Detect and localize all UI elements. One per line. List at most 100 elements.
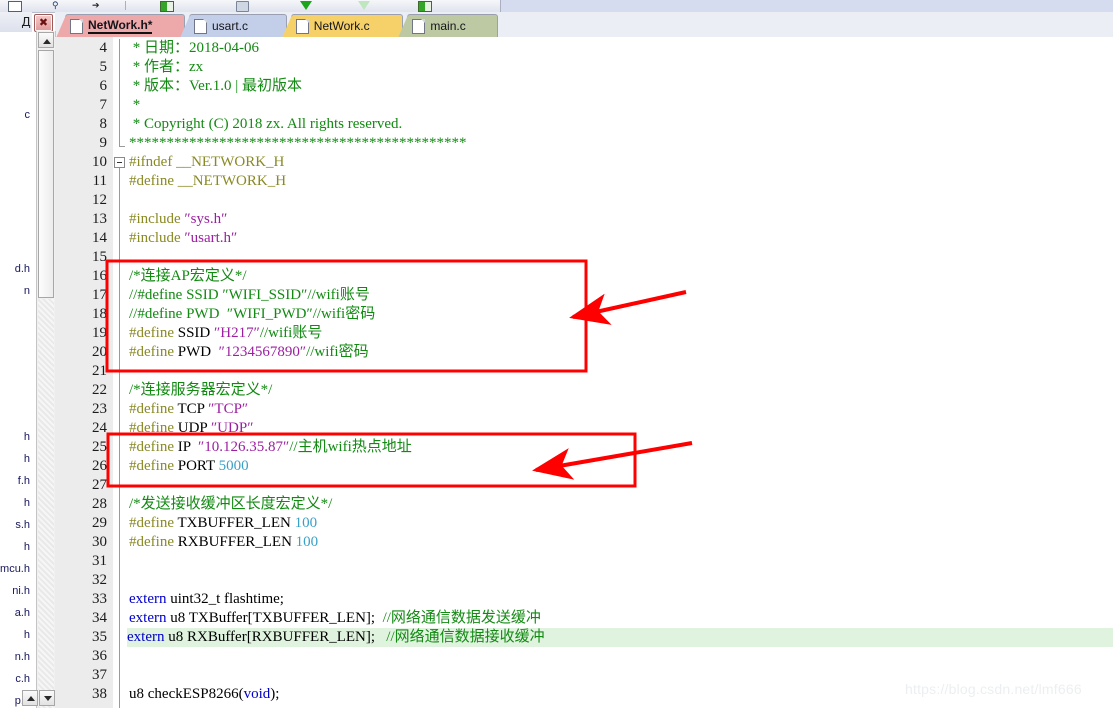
fold-bracket-end [119,146,125,147]
close-icon: ✖ [38,16,49,29]
code-line[interactable]: #define UDP ″UDP″ [129,419,253,438]
project-sidebar[interactable]: cd.hnhhf.hhs.hhmcu.hni.ha.hhn.hc.hp.h [0,12,32,708]
code-line[interactable]: extern uint32_t flashtime; [129,590,284,609]
close-panel-button[interactable]: ✖ [34,14,53,32]
editor-vertical-scrollbar[interactable] [36,31,56,708]
project-tree-item[interactable]: f.h [0,474,30,489]
code-editor[interactable]: 4 5 6 7 8 9 10 11 12 13 14 15 16 17 18 19 20 21 22 23 24 25 26… [55,37,1113,708]
pin-icon[interactable]: Д [20,15,32,30]
project-tree-item[interactable]: d.h [0,262,30,277]
tab-left-slant [56,15,66,38]
project-tree-item[interactable]: c [0,108,31,123]
code-token: 100 [294,515,318,531]
code-token: u8 RXBuffer[RXBUFFER_LEN]; [164,629,387,645]
line-number: 38 [92,686,107,702]
project-tree-item[interactable]: ni.h [0,584,30,599]
fold-bracket-line [119,168,120,708]
pointer-icon[interactable]: ➔ [92,1,105,10]
scroll-left-arrow-icon[interactable] [22,690,38,706]
project-tree-item[interactable]: h [0,452,30,467]
code-line[interactable]: * 版本：Ver.1.0 | 最初版本 [129,77,302,96]
fold-bracket-line [119,39,120,146]
tab-main-c[interactable]: main.c [398,14,498,38]
watermark: https://blog.csdn.net/lmf666 [905,681,1082,697]
file-page-icon [70,18,83,34]
code-line[interactable]: #define RXBUFFER_LEN 100 [129,533,318,552]
bookmark-icon[interactable] [160,1,174,12]
code-token: //#define PWD ″WIFI_PWD″//wifi密码 [129,306,376,322]
project-tree-item[interactable]: s.h [0,518,30,533]
tab-network-c[interactable]: NetWork.c [281,14,404,38]
project-tree-item[interactable]: c.h [0,672,30,687]
code-token: u8 checkESP8266 [129,686,239,702]
code-line[interactable]: #define TXBUFFER_LEN 100 [129,514,317,533]
project-tree-item[interactable]: n [0,284,30,299]
code-line[interactable]: * Copyright (C) 2018 zx. All rights rese… [129,115,403,134]
line-number: 13 [92,211,107,227]
search-icon[interactable]: ⚲ [52,1,65,10]
code-line[interactable]: ****************************************… [129,134,467,153]
chevron-down-green-icon[interactable] [300,1,312,10]
project-tree-item[interactable]: n.h [0,650,30,665]
horizontal-scroll-buttons[interactable] [22,690,56,706]
code-line[interactable]: #define __NETWORK_H [129,172,286,191]
project-tree-item[interactable]: h [0,430,30,445]
code-line[interactable]: #include ″usart.h″ [129,229,237,248]
fold-collapse-box[interactable] [114,157,125,168]
code-line[interactable]: /*连接AP宏定义*/ [129,267,247,286]
code-line[interactable]: * [129,96,141,115]
code-line[interactable]: * 日期：2018-04-06 [129,39,259,58]
code-line[interactable]: /*发送接收缓冲区长度宏定义*/ [129,495,332,514]
scrollbar-track[interactable] [38,299,54,708]
code-line[interactable]: * 作者：zx [129,58,203,77]
tab-label: NetWork.h* [88,18,153,34]
line-number: 34 [92,610,107,626]
code-line[interactable]: #include ″sys.h″ [129,210,227,229]
code-line[interactable]: #define PORT 5000 [129,457,249,476]
project-tree[interactable]: cd.hnhhf.hhs.hhmcu.hni.ha.hhn.hc.hp.h [0,32,32,708]
code-line[interactable]: #define SSID ″H217″//wifi账号 [129,324,322,343]
code-line[interactable]: //#define SSID ″WIFI_SSID″//wifi账号 [129,286,370,305]
code-line[interactable]: extern u8 TXBuffer[TXBUFFER_LEN]; //网络通信… [129,609,541,628]
line-number: 35 [92,629,107,645]
code-token: #define [129,534,178,550]
line-number: 23 [92,401,107,417]
bin-icon[interactable] [236,1,249,12]
line-number: 22 [92,382,107,398]
code-line[interactable]: /*连接服务器宏定义*/ [129,381,272,400]
code-token: extern [129,591,167,607]
code-token: #define [129,420,178,436]
code-token: SSID [177,325,214,341]
code-fold-column[interactable] [113,37,127,708]
checkmark-green-icon[interactable] [418,1,432,12]
line-number: 25 [92,439,107,455]
line-number: 4 [99,40,108,56]
code-line[interactable]: #ifndef __NETWORK_H [129,153,284,172]
code-line[interactable]: #define TCP ″TCP″ [129,400,248,419]
project-tree-item[interactable]: a.h [0,606,30,621]
code-line[interactable]: u8 checkESP8266(void); [129,685,279,704]
line-number: 29 [92,515,107,531]
scroll-right-arrow-icon[interactable] [39,690,55,706]
code-line[interactable]: //#define PWD ″WIFI_PWD″//wifi密码 [129,305,375,324]
code-token: //wifi密码 [306,344,369,360]
scroll-up-arrow-icon[interactable] [38,32,54,48]
chevron-down-pale-icon[interactable] [358,1,370,10]
project-tree-item[interactable]: h [0,496,30,511]
project-tree-item[interactable]: h [0,540,30,555]
tab-network-h-[interactable]: NetWork.h* [56,14,185,38]
dropdown-box-icon[interactable] [8,1,22,12]
code-token: ″sys.h″ [184,211,228,227]
code-token: #define [129,439,178,455]
project-tree-item[interactable]: h [0,628,30,643]
editor-tab-strip[interactable]: NetWork.h* usart.c NetWork.c main.c [55,12,1113,38]
tab-usart-c[interactable]: usart.c [180,14,287,38]
code-line[interactable]: #define PWD ″1234567890″//wifi密码 [129,343,369,362]
code-line[interactable]: extern u8 RXBuffer[RXBUFFER_LEN]; //网络通信… [127,628,1113,647]
project-tree-item[interactable]: mcu.h [0,562,30,577]
code-token: #define [129,515,178,531]
code-token: ″H217″ [214,325,260,341]
code-token: ″usart.h″ [184,230,238,246]
code-line[interactable]: #define IP ″10.126.35.87″//主机wifi热点地址 [129,438,412,457]
scrollbar-thumb[interactable] [38,50,54,298]
